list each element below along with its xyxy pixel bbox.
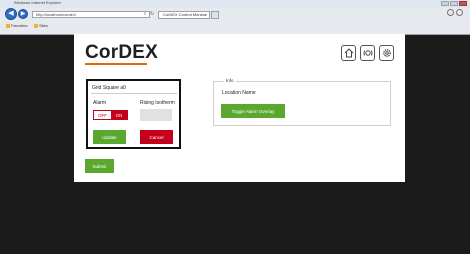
alarm-off-option[interactable]: OFF	[94, 111, 111, 119]
minimize-button[interactable]	[441, 1, 449, 6]
refresh-icon[interactable]: ↻	[149, 11, 155, 18]
location-name-label: Location Name	[222, 90, 256, 96]
info-panel: Info Location Name Toggle Alarm Overlay	[213, 78, 391, 126]
home-button[interactable]	[341, 45, 356, 61]
submit-button[interactable]: Submit	[85, 159, 114, 173]
window-title: Windows Internet Explorer	[14, 0, 61, 5]
update-button[interactable]: Update	[93, 130, 126, 144]
grid-square-title: Grid Square a0	[92, 85, 126, 91]
home-browser-icon[interactable]	[447, 9, 454, 16]
sites-link[interactable]: Sites	[34, 23, 48, 28]
gear-icon	[382, 49, 391, 57]
search-icon[interactable]: ⌕	[142, 11, 148, 18]
window-titlebar: Windows Internet Explorer	[0, 0, 470, 8]
maximize-button[interactable]	[450, 1, 458, 6]
alarm-button[interactable]	[360, 45, 375, 61]
new-tab-button[interactable]	[211, 11, 219, 19]
favorites-bar: Favorites Sites	[0, 21, 470, 29]
tab-title: CorDEX Control Monitor	[163, 12, 207, 17]
info-legend: Info	[224, 78, 236, 83]
back-button[interactable]: ◀	[5, 8, 17, 20]
alarm-icon	[363, 50, 372, 56]
grid-square-panel: Grid Square a0 Alarm Rising Isotherm OFF…	[86, 79, 181, 149]
forward-arrow-icon: ▶	[20, 11, 26, 17]
divider	[91, 93, 177, 94]
rising-isotherm-label: Rising Isotherm	[140, 100, 175, 106]
browser-chrome: Windows Internet Explorer ◀ ▶ http://loc…	[0, 0, 470, 35]
address-bar[interactable]: http://localhost/cordex/	[32, 11, 150, 18]
page-icon	[34, 23, 38, 28]
rising-isotherm-field[interactable]	[140, 109, 172, 121]
logo: CorDEX	[85, 42, 158, 63]
toggle-alarm-overlay-button[interactable]: Toggle Alarm Overlay	[221, 104, 285, 118]
alarm-on-option[interactable]: ON	[111, 111, 127, 119]
tab-close-icon[interactable]: ×	[205, 12, 207, 18]
forward-button[interactable]: ▶	[18, 9, 28, 19]
app-page: CorDEX Grid Square a0 Alarm Rising Isoth…	[74, 34, 405, 182]
close-button[interactable]	[459, 1, 467, 6]
cancel-button[interactable]: Cancel	[140, 130, 173, 144]
back-arrow-icon: ◀	[8, 10, 14, 17]
settings-button[interactable]	[379, 45, 394, 61]
logo-underline	[85, 63, 147, 65]
star-icon	[6, 23, 10, 28]
address-text: http://localhost/cordex/	[36, 12, 77, 17]
tools-icon[interactable]	[456, 9, 463, 16]
alarm-toggle[interactable]: OFF ON	[93, 110, 128, 120]
browser-tab[interactable]: CorDEX Control Monitor ×	[158, 11, 210, 19]
home-icon	[344, 48, 353, 58]
alarm-label: Alarm	[93, 100, 107, 106]
favorites-link[interactable]: Favorites	[6, 23, 27, 28]
